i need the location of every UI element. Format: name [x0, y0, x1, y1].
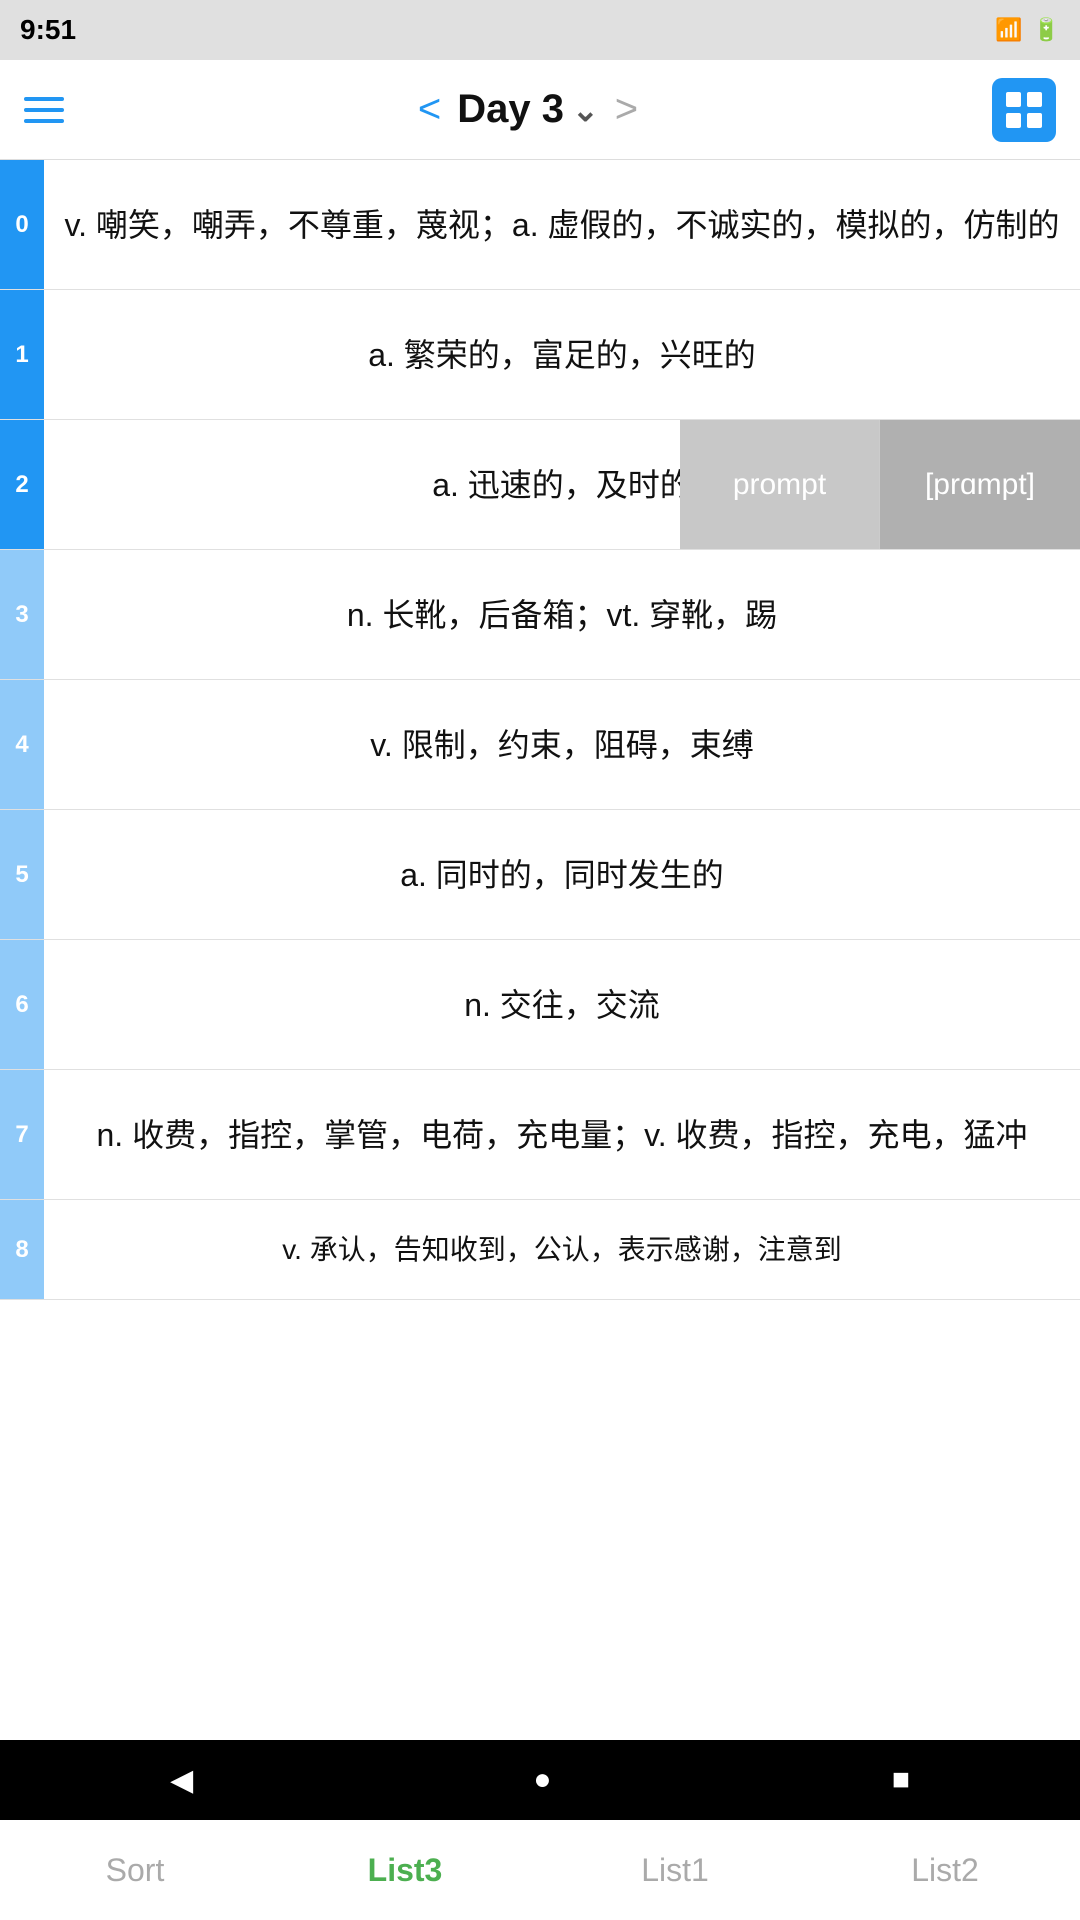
word-index-8: 8	[0, 1200, 44, 1299]
toolbar: < Day 3 ⌄ >	[0, 60, 1080, 160]
chevron-down-icon: ⌄	[572, 91, 599, 129]
hamburger-line-2	[24, 108, 64, 112]
word-row[interactable]: 3 n. 长靴，后备箱；vt. 穿靴，踢	[0, 550, 1080, 680]
tab-sort-label: Sort	[106, 1852, 165, 1889]
tab-list1[interactable]: List1	[540, 1820, 810, 1920]
word-definition-6: n. 交往，交流	[44, 940, 1080, 1069]
word-row[interactable]: 5 a. 同时的，同时发生的	[0, 810, 1080, 940]
menu-button[interactable]	[24, 97, 64, 123]
android-home-button[interactable]: ●	[533, 1763, 551, 1797]
popup-word-button[interactable]: prompt	[680, 420, 880, 549]
word-index-1: 1	[0, 290, 44, 419]
word-index-0: 0	[0, 160, 44, 289]
word-index-7: 7	[0, 1070, 44, 1199]
word-index-2: 2	[0, 420, 44, 549]
day-title-text: Day 3	[457, 87, 564, 132]
signal-icon: 📶	[995, 17, 1022, 43]
grid-view-button[interactable]	[992, 78, 1056, 142]
tab-list2-label: List2	[911, 1852, 979, 1889]
word-index-4: 4	[0, 680, 44, 809]
status-bar: 9:51 📶 🔋	[0, 0, 1080, 60]
word-row-popup[interactable]: 2 a. 迅速的，及时的 prompt [prɑmpt]	[0, 420, 1080, 550]
word-row[interactable]: 0 v. 嘲笑，嘲弄，不尊重，蔑视；a. 虚假的，不诚实的，模拟的，仿制的	[0, 160, 1080, 290]
status-time: 9:51	[20, 14, 76, 46]
popup-word-text: prompt	[733, 468, 826, 502]
word-index-6: 6	[0, 940, 44, 1069]
forward-arrow[interactable]: >	[615, 87, 638, 132]
back-arrow[interactable]: <	[418, 87, 441, 132]
tab-list3[interactable]: List3	[270, 1820, 540, 1920]
tab-sort[interactable]: Sort	[0, 1820, 270, 1920]
word-definition-1: a. 繁荣的，富足的，兴旺的	[44, 290, 1080, 419]
android-nav-bar: ◀ ● ■	[0, 1740, 1080, 1820]
word-definition-5: a. 同时的，同时发生的	[44, 810, 1080, 939]
battery-icon: 🔋	[1033, 17, 1060, 43]
grid-icon	[1004, 90, 1044, 130]
popup-phonetic-button[interactable]: [prɑmpt]	[880, 420, 1080, 549]
popup-overlay: prompt [prɑmpt]	[680, 420, 1080, 549]
toolbar-nav: < Day 3 ⌄ >	[418, 87, 638, 132]
word-row[interactable]: 6 n. 交往，交流	[0, 940, 1080, 1070]
tab-list2[interactable]: List2	[810, 1820, 1080, 1920]
word-definition-3: n. 长靴，后备箱；vt. 穿靴，踢	[44, 550, 1080, 679]
word-index-3: 3	[0, 550, 44, 679]
word-row[interactable]: 8 v. 承认，告知收到，公认，表示感谢，注意到	[0, 1200, 1080, 1300]
word-definition-4: v. 限制，约束，阻碍，束缚	[44, 680, 1080, 809]
hamburger-line-1	[24, 97, 64, 101]
word-list: 0 v. 嘲笑，嘲弄，不尊重，蔑视；a. 虚假的，不诚实的，模拟的，仿制的 1 …	[0, 160, 1080, 1480]
word-index-5: 5	[0, 810, 44, 939]
word-row[interactable]: 7 n. 收费，指控，掌管，电荷，充电量；v. 收费，指控，充电，猛冲	[0, 1070, 1080, 1200]
word-definition-0: v. 嘲笑，嘲弄，不尊重，蔑视；a. 虚假的，不诚实的，模拟的，仿制的	[44, 160, 1080, 289]
bottom-tab-bar: Sort List3 List1 List2	[0, 1819, 1080, 1920]
word-definition-8: v. 承认，告知收到，公认，表示感谢，注意到	[44, 1200, 1080, 1299]
tab-list1-label: List1	[641, 1852, 709, 1889]
android-recent-button[interactable]: ■	[892, 1763, 910, 1797]
popup-phonetic-text: [prɑmpt]	[925, 468, 1035, 502]
day-title[interactable]: Day 3 ⌄	[457, 87, 599, 132]
hamburger-line-3	[24, 119, 64, 123]
word-definition-7: n. 收费，指控，掌管，电荷，充电量；v. 收费，指控，充电，猛冲	[44, 1070, 1080, 1199]
word-row[interactable]: 4 v. 限制，约束，阻碍，束缚	[0, 680, 1080, 810]
tab-list3-label: List3	[368, 1852, 443, 1889]
word-row[interactable]: 1 a. 繁荣的，富足的，兴旺的	[0, 290, 1080, 420]
android-back-button[interactable]: ◀	[170, 1763, 193, 1798]
